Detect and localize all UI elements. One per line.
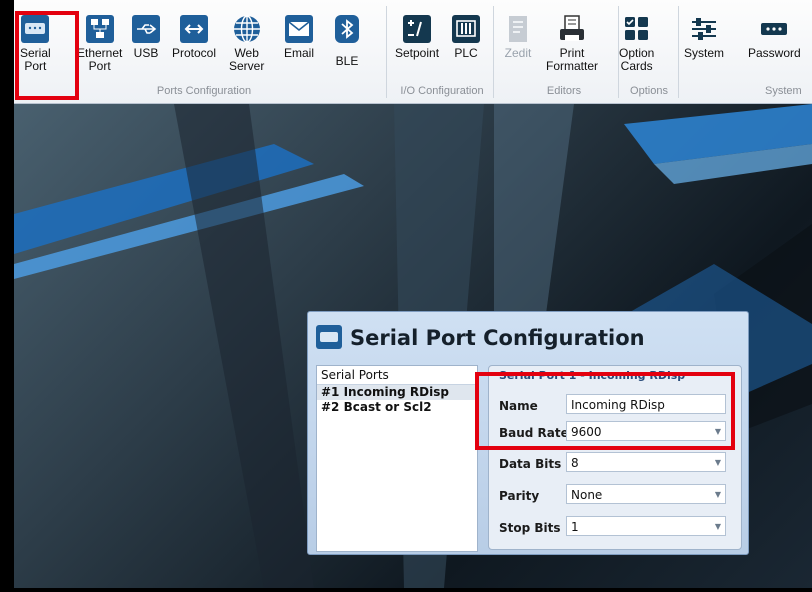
password-icon xyxy=(759,14,789,44)
separator xyxy=(678,6,679,98)
list-item[interactable]: #1 Incoming RDisp xyxy=(317,385,477,400)
setpoint-button[interactable]: Setpoint xyxy=(395,14,439,60)
list-header: Serial Ports xyxy=(317,366,477,385)
ethernet-port-button[interactable]: Ethernet Port xyxy=(77,14,122,73)
separator xyxy=(386,6,387,98)
zedit-icon xyxy=(503,14,533,44)
group-label-system: System xyxy=(765,85,802,97)
group-label-io: I/O Configuration xyxy=(400,85,484,97)
option-cards-icon xyxy=(622,14,652,44)
plc-icon xyxy=(451,14,481,44)
ethernet-icon xyxy=(85,14,115,44)
email-icon xyxy=(284,14,314,44)
chevron-down-icon: ▼ xyxy=(714,458,721,467)
protocol-icon xyxy=(179,14,209,44)
stop-bits-select[interactable]: 1 ▼ xyxy=(566,516,726,536)
group-label-options: Options xyxy=(630,85,668,97)
system-button[interactable]: System xyxy=(684,14,724,60)
system-sliders-icon xyxy=(689,14,719,44)
stop-bits-label: Stop Bits xyxy=(499,521,561,535)
usb-button[interactable]: USB xyxy=(131,14,161,60)
serial-ports-list: Serial Ports #1 Incoming RDisp #2 Bcast … xyxy=(316,365,478,552)
serial-port-icon xyxy=(316,325,342,349)
ribbon-toolbar: Serial Port Ethernet Port USB Protocol W… xyxy=(14,0,812,104)
bluetooth-icon xyxy=(332,14,362,44)
group-label-editors: Editors xyxy=(546,85,582,97)
print-formatter-icon xyxy=(557,14,587,44)
parity-select[interactable]: None ▼ xyxy=(566,484,726,504)
data-bits-select[interactable]: 8 ▼ xyxy=(566,452,726,472)
data-bits-label: Data Bits xyxy=(499,457,562,471)
globe-icon xyxy=(232,14,262,44)
option-cards-button[interactable]: Option Cards xyxy=(619,14,654,73)
web-server-button[interactable]: Web Server xyxy=(229,14,264,73)
group-label-ports: Ports Configuration xyxy=(156,85,252,97)
plc-button[interactable]: PLC xyxy=(451,14,481,60)
usb-icon xyxy=(131,14,161,44)
email-button[interactable]: Email xyxy=(284,14,314,60)
ble-button[interactable]: BLE xyxy=(332,14,362,68)
name-baud-highlight xyxy=(475,372,735,450)
chevron-down-icon: ▼ xyxy=(714,490,721,499)
setpoint-icon xyxy=(402,14,432,44)
password-button[interactable]: Password xyxy=(748,14,801,60)
serial-port-highlight xyxy=(15,11,79,100)
protocol-button[interactable]: Protocol xyxy=(172,14,216,60)
zedit-button[interactable]: Zedit xyxy=(503,14,533,60)
dialog-title: Serial Port Configuration xyxy=(350,326,645,350)
chevron-down-icon: ▼ xyxy=(714,522,721,531)
print-formatter-button[interactable]: Print Formatter xyxy=(546,14,598,73)
parity-label: Parity xyxy=(499,489,540,503)
list-item[interactable]: #2 Bcast or Scl2 xyxy=(317,400,477,415)
